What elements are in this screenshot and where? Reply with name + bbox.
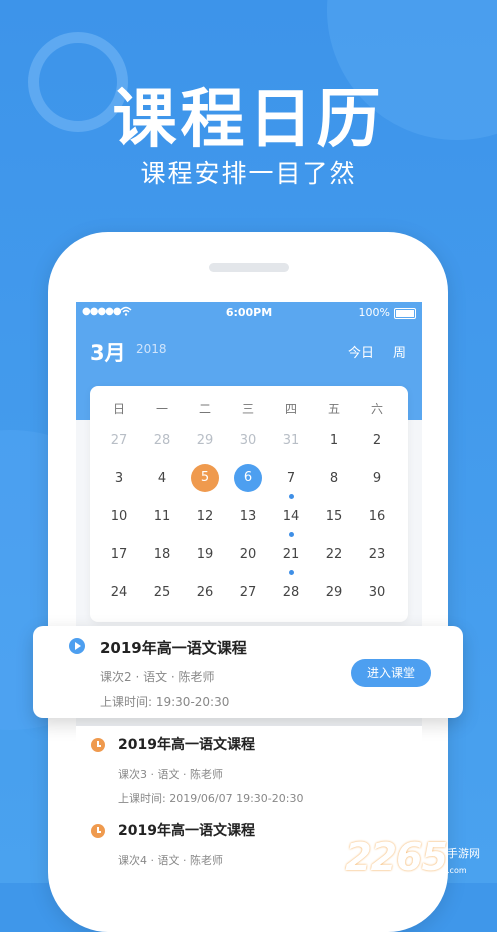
calendar-day[interactable]: 28 — [145, 426, 179, 456]
clock-icon — [91, 738, 105, 752]
phone-speaker — [209, 263, 289, 272]
calendar-day[interactable]: 27 — [102, 426, 136, 456]
day-number: 7 — [286, 471, 296, 486]
year-label: 2018 — [136, 342, 167, 356]
calendar-day[interactable]: 14 — [274, 502, 308, 537]
today-badge: 5 — [191, 464, 219, 492]
weekday-label: 三 — [241, 402, 254, 416]
today-button[interactable]: 今日 — [348, 342, 374, 361]
calendar-day[interactable]: 10 — [102, 502, 136, 532]
course-meta: 课次4 · 语文 · 陈老师 — [118, 854, 223, 867]
day-number: 21 — [282, 547, 300, 562]
course-title: 2019年高一语文课程 — [100, 639, 247, 657]
calendar-day[interactable]: 29 — [188, 426, 222, 456]
calendar-day[interactable]: 27 — [231, 578, 265, 608]
calendar-day[interactable]: 1 — [317, 426, 351, 456]
weekday-header: 日 一 二 三 四 五 六 — [94, 394, 406, 424]
weekday-label: 六 — [370, 402, 383, 416]
hero-title: 课程日历 — [112, 83, 385, 157]
course-meta: 课次2 · 语文 · 陈老师 — [100, 670, 215, 684]
calendar-day[interactable]: 7 — [274, 464, 308, 499]
calendar-day[interactable]: 2 — [360, 426, 394, 456]
calendar-day[interactable]: 24 — [102, 578, 136, 608]
calendar-day[interactable]: 9 — [360, 464, 394, 494]
course-title: 2019年高一语文课程 — [118, 823, 255, 839]
calendar-week: 24 25 26 27 28 29 30 — [94, 578, 406, 608]
calendar-day[interactable]: 19 — [188, 540, 222, 570]
calendar-day[interactable]: 26 — [188, 578, 222, 608]
calendar-week: 3 4 5 6 7 8 9 — [94, 464, 406, 499]
calendar-day[interactable]: 17 — [102, 540, 136, 570]
clock-icon — [91, 824, 105, 838]
month-label[interactable]: 3月 — [90, 337, 126, 367]
battery-icon — [394, 308, 416, 319]
week-view-button[interactable]: 周 — [393, 342, 406, 361]
calendar-day[interactable]: 21 — [274, 540, 308, 575]
calendar-day[interactable]: 31 — [274, 426, 308, 456]
calendar-day[interactable]: 25 — [145, 578, 179, 608]
course-list-item[interactable]: 2019年高一语文课程 课次3 · 语文 · 陈老师 上课时间: 2019/06… — [76, 726, 422, 812]
calendar-day[interactable]: 22 — [317, 540, 351, 570]
calendar-day[interactable]: 16 — [360, 502, 394, 532]
day-number: 14 — [282, 509, 300, 524]
highlighted-course-card[interactable]: 2019年高一语文课程 课次2 · 语文 · 陈老师 上课时间: 19:30-2… — [33, 626, 463, 718]
course-meta: 课次3 · 语文 · 陈老师 — [118, 768, 223, 781]
calendar-day-today[interactable]: 5 — [188, 464, 222, 494]
weekday-label: 四 — [284, 402, 297, 416]
calendar-grid: 日 一 二 三 四 五 六 27 28 29 30 31 1 2 3 4 5 6… — [90, 386, 408, 622]
weekday-label: 二 — [198, 402, 211, 416]
calendar-day[interactable]: 8 — [317, 464, 351, 494]
calendar-day[interactable]: 23 — [360, 540, 394, 570]
calendar-day[interactable]: 12 — [188, 502, 222, 532]
calendar-day[interactable]: 13 — [231, 502, 265, 532]
enter-classroom-button[interactable]: 进入课堂 — [351, 659, 431, 687]
selected-badge: 6 — [234, 464, 262, 492]
battery-percent: 100% — [358, 306, 390, 319]
status-bar: ●●●●● 6:00PM 100% — [76, 306, 422, 322]
event-dot — [289, 532, 294, 537]
watermark-number: 2265 — [345, 835, 448, 879]
course-title: 2019年高一语文课程 — [118, 737, 255, 753]
course-time: 上课时间: 19:30-20:30 — [100, 695, 230, 709]
calendar-day[interactable]: 18 — [145, 540, 179, 570]
course-time: 上课时间: 2019/06/07 19:30-20:30 — [118, 792, 304, 805]
calendar-day[interactable]: 30 — [231, 426, 265, 456]
weekday-label: 日 — [112, 402, 125, 416]
watermark-domain: .com — [447, 866, 467, 875]
watermark-text: 手游网 — [447, 847, 480, 860]
calendar-day[interactable]: 11 — [145, 502, 179, 532]
calendar-day-selected[interactable]: 6 — [231, 464, 265, 494]
calendar-day[interactable]: 30 — [360, 578, 394, 608]
calendar-week: 10 11 12 13 14 15 16 — [94, 502, 406, 537]
calendar-day[interactable]: 3 — [102, 464, 136, 494]
event-dot — [289, 494, 294, 499]
calendar-day[interactable]: 28 — [274, 578, 308, 608]
weekday-label: 五 — [327, 402, 340, 416]
calendar-week: 17 18 19 20 21 22 23 — [94, 540, 406, 575]
calendar-day[interactable]: 4 — [145, 464, 179, 494]
calendar-day[interactable]: 15 — [317, 502, 351, 532]
play-icon — [69, 638, 85, 654]
event-dot — [289, 570, 294, 575]
calendar-week: 27 28 29 30 31 1 2 — [94, 426, 406, 456]
hero-subtitle: 课程安排一目了然 — [140, 159, 357, 188]
calendar-day[interactable]: 20 — [231, 540, 265, 570]
weekday-label: 一 — [155, 402, 168, 416]
calendar-day[interactable]: 29 — [317, 578, 351, 608]
